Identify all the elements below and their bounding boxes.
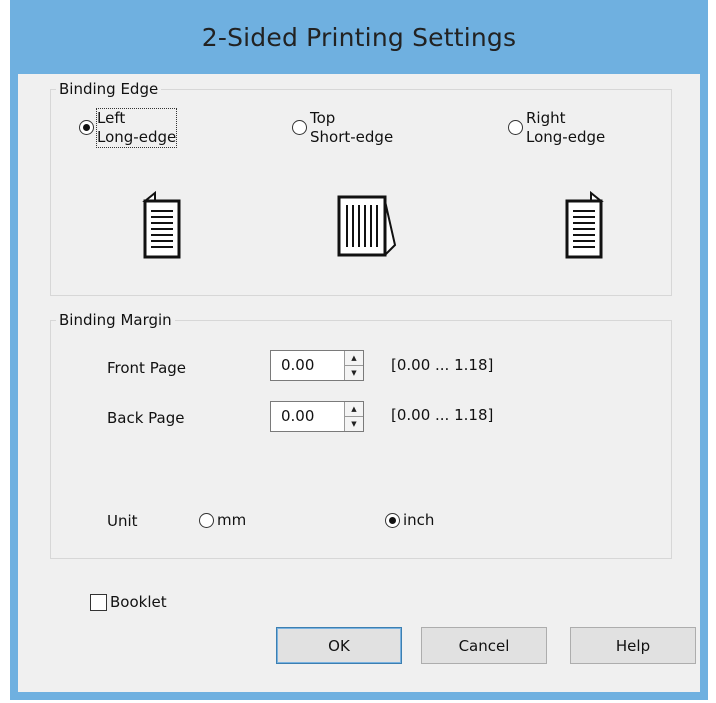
front-page-range: [0.00 ... 1.18] [391,356,494,374]
unit-mm-label[interactable]: mm [217,511,246,530]
help-button[interactable]: Help [570,627,696,664]
dialog-client-area: Binding Edge Left Long-edge Top Short-ed… [18,74,700,692]
page-right-binding-icon [565,190,604,259]
spin-down-icon[interactable]: ▼ [345,416,363,431]
unit-mm-radio[interactable]: mm [199,511,246,530]
spin-up-icon[interactable]: ▲ [345,402,363,416]
binding-left-label[interactable]: Left Long-edge [95,108,178,148]
unit-label: Unit [107,512,138,530]
unit-inch-label[interactable]: inch [403,511,434,530]
back-page-range: [0.00 ... 1.18] [391,406,494,424]
unit-inch-radio-circle[interactable] [385,513,400,528]
binding-left-radio[interactable]: Left Long-edge [79,108,178,148]
back-page-value[interactable]: 0.00 [271,402,344,431]
binding-right-label[interactable]: Right Long-edge [526,109,605,147]
binding-right-radio[interactable]: Right Long-edge [508,109,605,147]
binding-edge-title: Binding Edge [56,79,162,99]
cancel-button[interactable]: Cancel [421,627,547,664]
page-left-binding-icon [142,190,181,259]
front-page-spin-buttons: ▲ ▼ [344,351,363,380]
front-page-value[interactable]: 0.00 [271,351,344,380]
booklet-label[interactable]: Booklet [110,592,167,612]
binding-top-label[interactable]: Top Short-edge [310,109,393,147]
binding-edge-group: Binding Edge Left Long-edge Top Short-ed… [50,79,672,296]
binding-top-radio-circle[interactable] [292,120,307,135]
dialog-title: 2-Sided Printing Settings [201,22,517,52]
front-page-spinner[interactable]: 0.00 ▲ ▼ [270,350,364,381]
spin-down-icon[interactable]: ▼ [345,365,363,380]
back-page-spin-buttons: ▲ ▼ [344,402,363,431]
unit-mm-radio-circle[interactable] [199,513,214,528]
binding-left-radio-circle[interactable] [79,120,94,135]
booklet-checkbox[interactable] [90,594,107,611]
binding-top-radio[interactable]: Top Short-edge [292,109,393,147]
binding-margin-title: Binding Margin [56,310,175,330]
front-page-label: Front Page [107,359,187,377]
ok-button[interactable]: OK [276,627,402,664]
spin-up-icon[interactable]: ▲ [345,351,363,365]
binding-right-radio-circle[interactable] [508,120,523,135]
dialog-window: 2-Sided Printing Settings Binding Edge L… [10,0,708,700]
unit-inch-radio[interactable]: inch [385,511,434,530]
back-page-spinner[interactable]: 0.00 ▲ ▼ [270,401,364,432]
back-page-label: Back Page [107,409,185,427]
page-top-binding-icon [337,195,397,257]
binding-margin-group: Binding Margin Front Page 0.00 ▲ ▼ [0.00… [50,310,672,559]
